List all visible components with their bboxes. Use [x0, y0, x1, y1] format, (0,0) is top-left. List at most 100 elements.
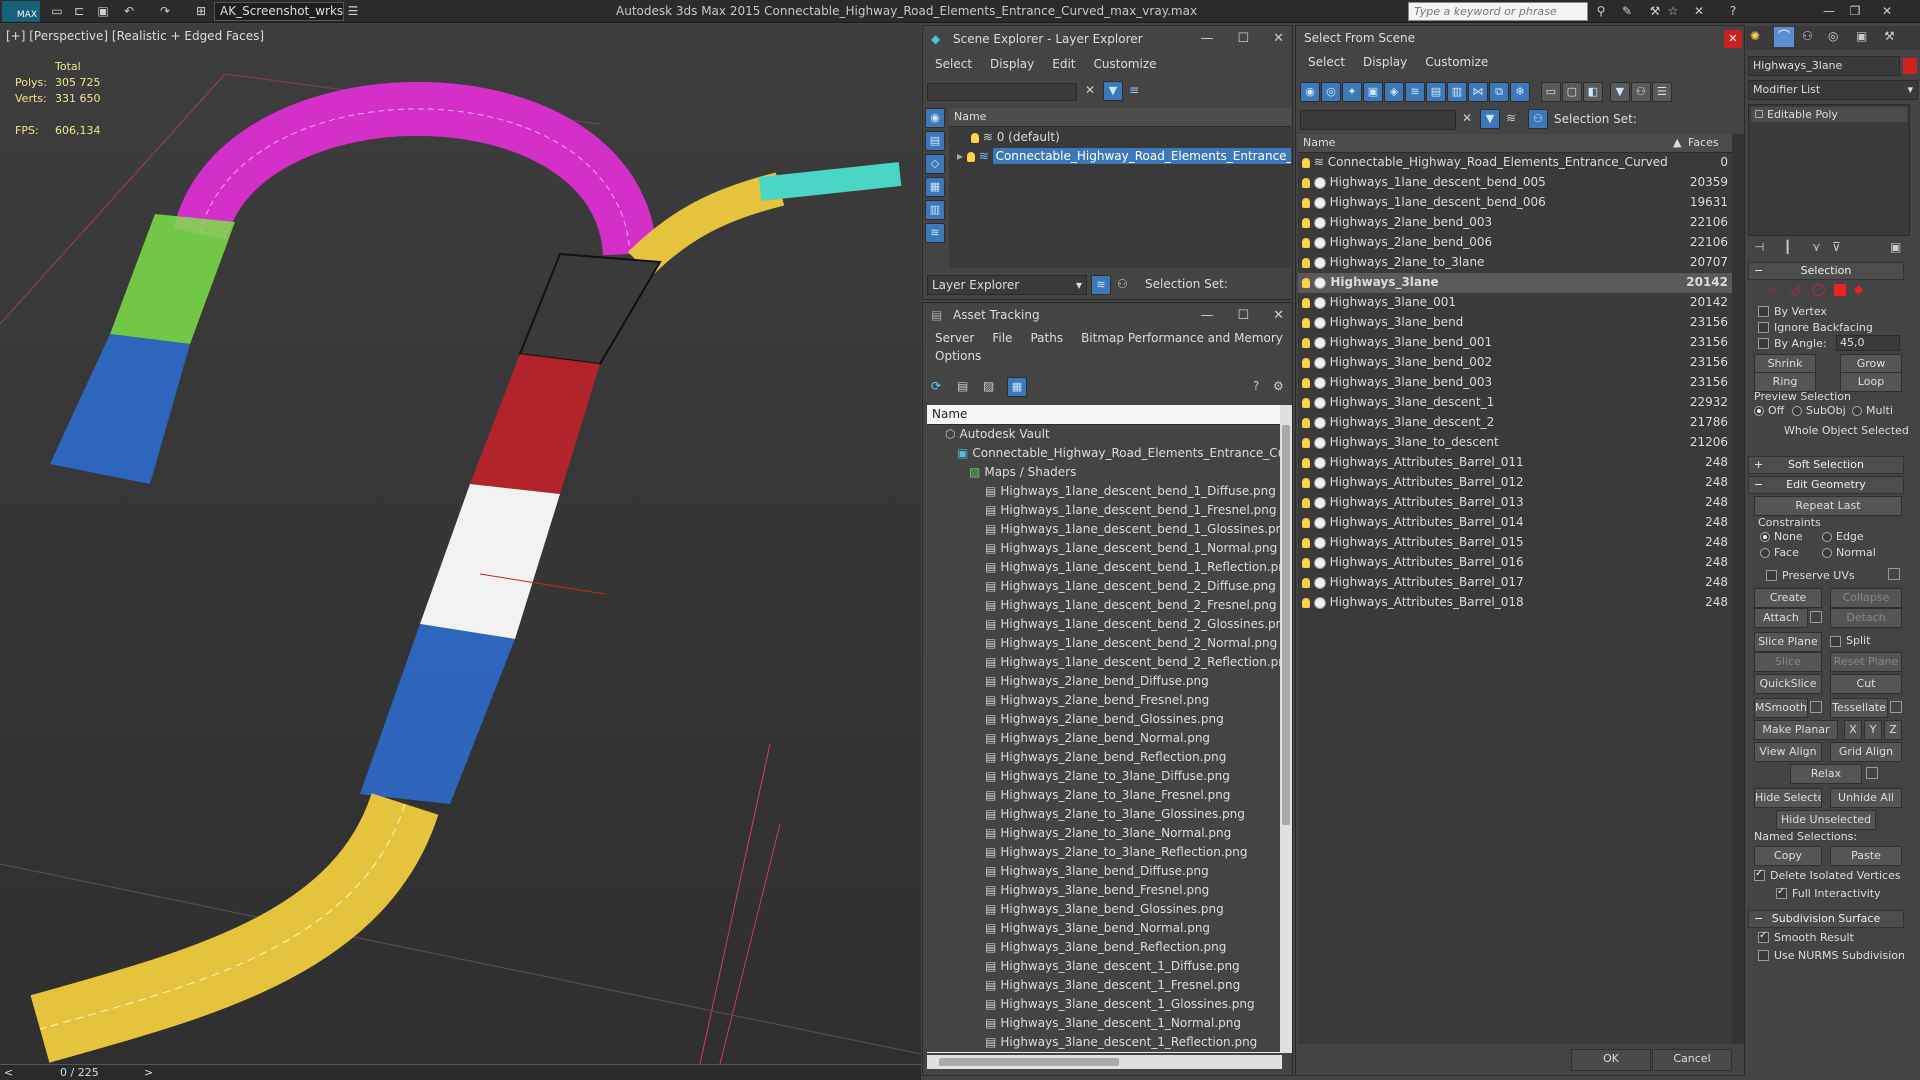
show-end-result-icon[interactable]: ┃ — [1784, 240, 1791, 254]
minimize-icon[interactable]: — — [1820, 3, 1838, 20]
time-slider-next-icon[interactable]: > — [144, 1066, 153, 1079]
ignore-backfacing-checkbox[interactable] — [1758, 322, 1769, 333]
scene-object-row[interactable]: Highways_3lane_descent_1 22932 — [1298, 393, 1732, 413]
object-visibility-icon[interactable] — [1302, 197, 1310, 208]
sfs-close-icon[interactable]: ✕ — [1724, 30, 1742, 48]
sfs-filter-shapes-icon[interactable]: ◎ — [1321, 82, 1341, 102]
highway-model[interactable] — [0, 24, 921, 1064]
at-minimize-icon[interactable]: — — [1200, 308, 1213, 323]
tools-2-icon[interactable]: ⚒ — [1646, 3, 1664, 20]
se-menu-select[interactable]: Select — [935, 57, 972, 73]
se-side-btn-5[interactable]: ▥ — [925, 200, 945, 220]
undo-icon[interactable]: ↶ — [120, 3, 138, 20]
at-settings-icon[interactable]: ⚙ — [1273, 379, 1284, 393]
modifier-list-dropdown[interactable]: Modifier List ▾ — [1748, 80, 1918, 100]
planar-y-button[interactable]: Y — [1864, 720, 1882, 740]
tessellate-button[interactable]: Tessellate — [1830, 698, 1888, 718]
object-toggle-icon[interactable] — [1313, 416, 1326, 429]
scene-object-row[interactable]: Highways_1lane_descent_bend_006 19631 — [1298, 193, 1732, 213]
sfs-invert-icon[interactable]: ◧ — [1582, 82, 1603, 102]
asset-row[interactable]: ▤ Highways_3lane_descent_1_Reflection.png — [927, 1033, 1282, 1052]
vertex-mode-icon[interactable]: ⁘ — [1768, 282, 1778, 296]
binoculars-icon[interactable]: ⚲ — [1592, 3, 1610, 20]
asset-row[interactable]: ▨ Maps / Shaders — [927, 463, 1282, 482]
asset-row[interactable]: ▤ Highways_1lane_descent_bend_1_Diffuse.p… — [927, 482, 1282, 501]
edit-geometry-rollout[interactable]: − Edit Geometry — [1748, 476, 1904, 494]
sfs-col-name[interactable]: Name — [1303, 136, 1335, 149]
selection-rollout[interactable]: − Selection — [1748, 262, 1904, 280]
modify-tab-icon[interactable]: ⌒ — [1774, 27, 1794, 47]
ring-button[interactable]: Ring — [1754, 372, 1816, 392]
asset-row[interactable]: ▤ Highways_2lane_to_3lane_Diffuse.png — [927, 767, 1282, 786]
at-image-icon[interactable]: ▨ — [983, 379, 994, 393]
layer-row[interactable]: ▸ ≋ Connectable_Highway_Road_Elements_En… — [949, 146, 1291, 165]
preview-multi-radio[interactable] — [1852, 406, 1862, 416]
ok-button[interactable]: OK — [1571, 1049, 1651, 1071]
attach-button[interactable]: Attach — [1754, 608, 1808, 628]
pin-stack-icon[interactable]: ⊣ — [1754, 240, 1764, 254]
subdivision-surface-rollout[interactable]: − Subdivision Surface — [1748, 910, 1904, 928]
object-toggle-icon[interactable] — [1313, 556, 1326, 569]
scene-object-row[interactable]: Highways_Attributes_Barrel_013 248 — [1298, 493, 1732, 513]
se-menu-display[interactable]: Display — [990, 57, 1034, 73]
object-toggle-icon[interactable] — [1313, 356, 1326, 369]
sfs-clear-icon[interactable]: ✕ — [1462, 111, 1472, 125]
layer-visibility-icon[interactable] — [966, 151, 975, 162]
object-toggle-icon[interactable] — [1313, 576, 1326, 589]
paste-button[interactable]: Paste — [1830, 846, 1902, 866]
sfs-funnel-icon[interactable]: ▼ — [1480, 109, 1500, 129]
smooth-result-checkbox[interactable] — [1758, 930, 1769, 943]
object-visibility-icon[interactable] — [1302, 437, 1310, 448]
utilities-tab-icon[interactable]: ⚒ — [1884, 29, 1895, 43]
tools-icon[interactable]: ✎ — [1618, 3, 1636, 20]
asset-row[interactable]: ▤ Highways_1lane_descent_bend_1_Reflectio… — [927, 558, 1282, 577]
asset-row[interactable]: ▤ Highways_2lane_to_3lane_Glossines.png — [927, 805, 1282, 824]
menu-icon[interactable]: ☰ — [344, 3, 362, 20]
restore-icon[interactable]: ❐ — [1846, 3, 1864, 20]
preview-subobj-radio[interactable] — [1792, 406, 1802, 416]
object-toggle-icon[interactable] — [1313, 596, 1326, 609]
se-search-field[interactable] — [927, 83, 1077, 101]
scene-object-row[interactable]: Highways_3lane_bend_003 23156 — [1298, 373, 1732, 393]
asset-row[interactable]: ▤ Highways_2lane_bend_Normal.png — [927, 729, 1282, 748]
object-visibility-icon[interactable] — [1302, 537, 1310, 548]
object-visibility-icon[interactable] — [1302, 237, 1310, 248]
at-menu-server[interactable]: Server — [935, 331, 974, 346]
polygon-mode-icon[interactable] — [1834, 284, 1846, 296]
se-clear-icon[interactable]: ✕ — [1085, 83, 1095, 97]
at-list-icon[interactable]: ▤ — [957, 379, 968, 393]
scene-object-row[interactable]: Highways_3lane_bend_001 23156 — [1298, 333, 1732, 353]
cancel-button[interactable]: Cancel — [1652, 1049, 1732, 1071]
element-mode-icon[interactable]: ◆ — [1854, 282, 1863, 296]
edge-mode-icon[interactable]: ◿ — [1790, 282, 1799, 296]
asset-row[interactable]: ▤ Highways_1lane_descent_bend_2_Diffuse.p… — [927, 577, 1282, 596]
msmooth-settings-icon[interactable] — [1810, 701, 1822, 713]
sfs-filter-cameras-icon[interactable]: ▣ — [1363, 82, 1383, 102]
object-toggle-icon[interactable] — [1313, 456, 1326, 469]
asset-row[interactable]: ▤ Highways_1lane_descent_bend_1_Fresnel.p… — [927, 501, 1282, 520]
constraint-normal-radio[interactable] — [1822, 548, 1832, 558]
use-nurms-checkbox[interactable] — [1758, 950, 1769, 961]
asset-row[interactable]: ▤ Highways_1lane_descent_bend_2_Normal.pn… — [927, 634, 1282, 653]
redo-icon[interactable]: ↷ — [156, 3, 174, 20]
at-col-name[interactable]: Name — [927, 405, 1282, 425]
view-align-button[interactable]: View Align — [1754, 742, 1822, 762]
create-button[interactable]: Create — [1754, 588, 1822, 608]
asset-row[interactable]: ▤ Highways_1lane_descent_bend_2_Fresnel.p… — [927, 596, 1282, 615]
object-toggle-icon[interactable] — [1313, 516, 1326, 529]
copy-button[interactable]: Copy — [1754, 846, 1822, 866]
sfs-filter-frozen-icon[interactable]: ❄ — [1510, 82, 1530, 102]
scene-object-row[interactable]: Highways_3lane 20142 — [1298, 273, 1732, 293]
sfs-menu-customize[interactable]: Customize — [1425, 55, 1488, 71]
reset-plane-button[interactable]: Reset Plane — [1830, 652, 1902, 672]
object-visibility-icon[interactable] — [1302, 157, 1310, 168]
perspective-viewport[interactable]: [+] [Perspective] [Realistic + Edged Fac… — [0, 24, 921, 1064]
layer-visibility-icon[interactable] — [971, 132, 979, 143]
sfs-col-faces[interactable]: Faces — [1688, 136, 1719, 149]
se-mode-dropdown[interactable]: Layer Explorer ▾ — [927, 275, 1087, 295]
scene-object-row[interactable]: Highways_Attributes_Barrel_018 248 — [1298, 593, 1732, 613]
motion-tab-icon[interactable]: ◎ — [1828, 29, 1838, 43]
search-input[interactable]: Type a keyword or phrase — [1408, 2, 1588, 21]
loop-button[interactable]: Loop — [1840, 372, 1902, 392]
relax-settings-icon[interactable] — [1866, 767, 1878, 779]
